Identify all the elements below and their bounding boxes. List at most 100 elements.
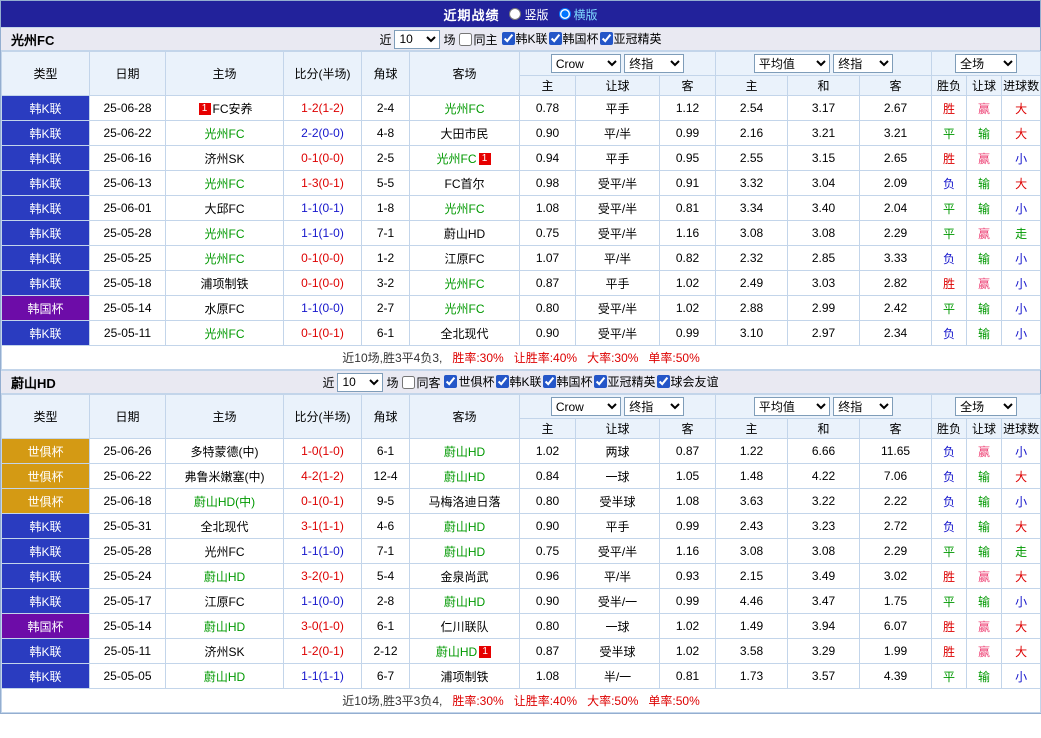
odds-company-state-select[interactable]: 终指	[624, 397, 684, 416]
corners: 7-1	[362, 221, 410, 246]
score: 3-0(1-0)	[284, 614, 362, 639]
layout-vertical-radio[interactable]	[509, 8, 521, 20]
league-filter-checkbox[interactable]	[496, 375, 509, 388]
team-name[interactable]: 仁川联队	[440, 620, 488, 634]
team-name[interactable]: 浦项制铁	[200, 277, 248, 291]
result-scope-select[interactable]: 全场	[955, 397, 1017, 416]
crown-away-odds: 1.02	[660, 271, 716, 296]
layout-option-horizontal[interactable]: 横版	[559, 6, 598, 23]
league-filter[interactable]: 球会友谊	[656, 373, 719, 390]
team-name[interactable]: 浦项制铁	[440, 670, 488, 684]
col-corners: 角球	[362, 395, 410, 439]
avg-draw-odds: 3.08	[788, 221, 860, 246]
recent-count-select[interactable]: 10	[337, 373, 383, 392]
away-team-cell: 光州FC	[410, 271, 520, 296]
team-name[interactable]: 蔚山HD	[436, 645, 477, 659]
team-name[interactable]: 蔚山HD	[204, 620, 245, 634]
league-filter[interactable]: 韩K联	[501, 30, 548, 47]
team-name[interactable]: 全北现代	[200, 520, 248, 534]
col-result-handicap: 让球	[967, 76, 1002, 96]
league-filter[interactable]: 韩国杯	[542, 373, 593, 390]
same-venue-filter[interactable]: 同主	[458, 31, 497, 48]
average-odds-state-select[interactable]: 终指	[833, 54, 893, 73]
team-name[interactable]: 光州FC	[205, 327, 245, 341]
team-name[interactable]: 蔚山HD	[444, 520, 485, 534]
team-name[interactable]: 江原FC	[445, 252, 485, 266]
league-badge: 韩K联	[2, 146, 90, 171]
team-name[interactable]: 光州FC	[205, 177, 245, 191]
team-name[interactable]: 光州FC	[445, 202, 485, 216]
league-filter[interactable]: 世俱杯	[443, 373, 494, 390]
league-filter-checkbox[interactable]	[502, 32, 515, 45]
team-name[interactable]: 光州FC	[437, 152, 477, 166]
result-cell: 平	[932, 589, 967, 614]
home-team-cell: 大邱FC	[166, 196, 284, 221]
team-name[interactable]: FC安养	[213, 102, 253, 116]
summary-record: 近10场,胜3平3负4,	[342, 694, 442, 708]
team-name[interactable]: 光州FC	[205, 252, 245, 266]
league-filter-checkbox[interactable]	[444, 375, 457, 388]
crown-handicap: 一球	[576, 614, 660, 639]
team-name[interactable]: 马梅洛迪日落	[428, 495, 500, 509]
result-cell: 大	[1002, 96, 1041, 121]
team-name[interactable]: 全北现代	[440, 327, 488, 341]
team-name[interactable]: FC首尔	[445, 177, 485, 191]
team-name[interactable]: 蔚山HD(中)	[194, 495, 255, 509]
average-odds-state-select[interactable]: 终指	[833, 397, 893, 416]
league-filter[interactable]: 亚冠精英	[593, 373, 656, 390]
score: 1-2(0-1)	[284, 639, 362, 664]
team-name[interactable]: 济州SK	[204, 152, 244, 166]
recent-count-select[interactable]: 10	[394, 30, 440, 49]
team-name[interactable]: 金泉尚武	[440, 570, 488, 584]
team-name[interactable]: 蔚山HD	[444, 470, 485, 484]
team-name[interactable]: 大田市民	[440, 127, 488, 141]
crown-away-odds: 0.99	[660, 589, 716, 614]
crown-away-odds: 0.81	[660, 664, 716, 689]
team-name[interactable]: 多特蒙德(中)	[191, 445, 259, 459]
same-venue-filter[interactable]: 同客	[401, 374, 440, 391]
layout-horizontal-radio[interactable]	[559, 8, 571, 20]
same-venue-checkbox[interactable]	[402, 376, 415, 389]
league-filter-checkbox[interactable]	[657, 375, 670, 388]
avg-home-odds: 2.55	[716, 146, 788, 171]
league-filter[interactable]: 韩K联	[495, 373, 542, 390]
team-name[interactable]: 蔚山HD	[444, 545, 485, 559]
corners: 6-1	[362, 439, 410, 464]
team-name[interactable]: 光州FC	[445, 277, 485, 291]
team-name[interactable]: 水原FC	[205, 302, 245, 316]
odds-company-select[interactable]: Crow	[551, 54, 621, 73]
league-filter[interactable]: 亚冠精英	[599, 30, 662, 47]
league-filter-checkbox[interactable]	[543, 375, 556, 388]
average-odds-select[interactable]: 平均值	[754, 54, 830, 73]
average-odds-select[interactable]: 平均值	[754, 397, 830, 416]
team-name[interactable]: 济州SK	[204, 645, 244, 659]
team-name[interactable]: 光州FC	[445, 302, 485, 316]
team-name[interactable]: 蔚山HD	[204, 670, 245, 684]
same-venue-checkbox[interactable]	[459, 33, 472, 46]
league-filter[interactable]: 韩国杯	[548, 30, 599, 47]
odds-company-state-select[interactable]: 终指	[624, 54, 684, 73]
team-name[interactable]: 光州FC	[205, 227, 245, 241]
match-row: 韩国杯 25-05-14 水原FC 1-1(0-0) 2-7 光州FC 0.80…	[2, 296, 1041, 321]
summary-stat: 让胜率:40%	[514, 694, 577, 708]
team-name[interactable]: 蔚山HD	[444, 445, 485, 459]
result-cell: 负	[932, 464, 967, 489]
score: 4-2(1-2)	[284, 464, 362, 489]
match-date: 25-05-31	[90, 514, 166, 539]
result-scope-select[interactable]: 全场	[955, 54, 1017, 73]
team-name[interactable]: 光州FC	[205, 545, 245, 559]
team-name[interactable]: 蔚山HD	[444, 227, 485, 241]
layout-option-vertical[interactable]: 竖版	[509, 6, 548, 23]
odds-company-select[interactable]: Crow	[551, 397, 621, 416]
team-name[interactable]: 弗鲁米嫩塞(中)	[185, 470, 265, 484]
team-name[interactable]: 光州FC	[205, 127, 245, 141]
team-name[interactable]: 江原FC	[205, 595, 245, 609]
league-filter-checkbox[interactable]	[600, 32, 613, 45]
league-filter-checkbox[interactable]	[549, 32, 562, 45]
avg-away-odds: 1.75	[860, 589, 932, 614]
team-name[interactable]: 蔚山HD	[204, 570, 245, 584]
team-name[interactable]: 蔚山HD	[444, 595, 485, 609]
team-name[interactable]: 大邱FC	[205, 202, 245, 216]
league-filter-checkbox[interactable]	[594, 375, 607, 388]
team-name[interactable]: 光州FC	[445, 102, 485, 116]
